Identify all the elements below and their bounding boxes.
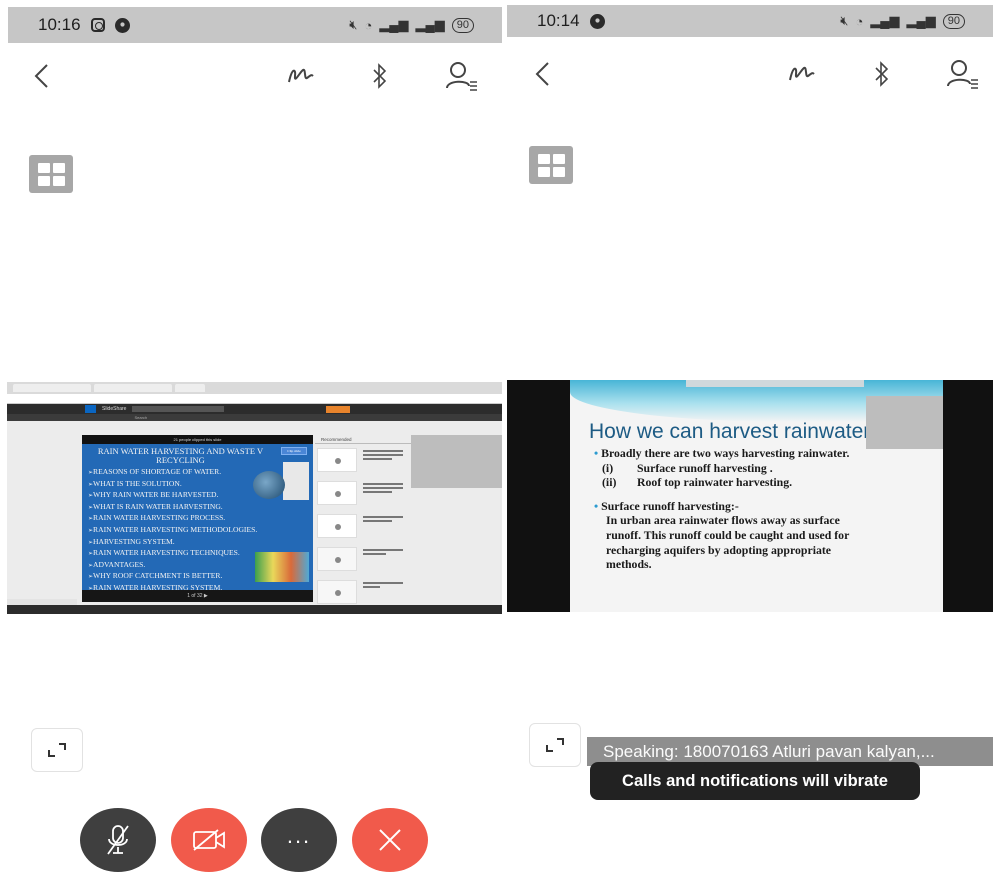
fullscreen-button[interactable] xyxy=(529,723,581,767)
layout-grid-icon[interactable] xyxy=(529,146,573,184)
battery-icon: 90 xyxy=(942,13,965,29)
screen-share-view: How we can harvest rainwater? • Broadly t… xyxy=(507,380,993,612)
list-item xyxy=(315,510,422,543)
back-icon[interactable] xyxy=(525,56,561,92)
participants-icon[interactable] xyxy=(944,56,980,92)
layout-grid-icon[interactable] xyxy=(29,155,73,193)
participants-icon[interactable] xyxy=(443,58,479,94)
end-call-button[interactable] xyxy=(352,808,428,872)
signal-icon: ▂▄▆ xyxy=(870,13,900,28)
list-item: RAIN WATER HARVESTING METHODOLOGIES. xyxy=(88,525,307,537)
slide-title: How we can harvest rainwater? xyxy=(589,420,882,443)
call-top-bar xyxy=(507,50,993,98)
status-time: 10:14 xyxy=(537,11,580,30)
close-icon xyxy=(379,829,401,851)
more-options-button[interactable]: ... xyxy=(261,808,337,872)
bluetooth-icon[interactable] xyxy=(362,58,398,94)
status-icons: 🔇︎ ◔ ▂▄▆ ▂▄▆ 90 xyxy=(349,17,474,33)
whiteboard-icon[interactable] xyxy=(784,56,820,92)
status-bar: 10:16 🔇︎ ◔ ▂▄▆ ▂▄▆ 90 xyxy=(8,7,502,43)
list-item xyxy=(315,477,422,510)
upload-button xyxy=(326,405,351,413)
screen-share-view: SlideShare Search 21 people clipped this… xyxy=(7,382,502,614)
wifi-icon: ◔ xyxy=(855,13,864,29)
brand-name: SlideShare xyxy=(102,406,127,412)
status-bar: 10:14 🔇︎ ◔ ▂▄▆ ▂▄▆ 90 xyxy=(507,5,993,37)
more-icon: ... xyxy=(286,823,312,848)
mic-off-icon xyxy=(107,825,129,855)
slide-content: Clip slide RAIN WATER HARVESTING AND WAS… xyxy=(82,444,313,592)
bluetooth-icon[interactable] xyxy=(864,56,900,92)
browser-window: SlideShare Search 21 people clipped this… xyxy=(7,382,502,614)
instagram-icon xyxy=(90,18,105,32)
vibrate-icon: 🔇︎ xyxy=(840,13,849,28)
presentation-slide: How we can harvest rainwater? • Broadly t… xyxy=(570,380,943,612)
vibrate-icon: 🔇︎ xyxy=(349,17,358,32)
globe-image xyxy=(253,471,285,499)
list-item: HARVESTING SYSTEM. xyxy=(88,537,307,549)
participant-video-thumbnail xyxy=(411,435,502,488)
slide-viewer: 21 people clipped this slide Clip slide … xyxy=(82,435,313,602)
signal-2-icon: ▂▄▆ xyxy=(415,17,445,32)
expand-icon xyxy=(546,738,564,752)
back-icon[interactable] xyxy=(24,58,60,94)
vibrate-toast: Calls and notifications will vibrate xyxy=(590,762,920,800)
sync-icon xyxy=(114,17,130,33)
status-icons: 🔇︎ ◔ ▂▄▆ ▂▄▆ 90 xyxy=(840,13,965,29)
slide-title: RAIN WATER HARVESTING AND WASTE V RECYCL… xyxy=(97,446,264,465)
tap-image xyxy=(283,462,309,500)
world-map-image xyxy=(255,552,309,582)
right-screenshot: 10:14 🔇︎ ◔ ▂▄▆ ▂▄▆ 90 How we can harvest… xyxy=(507,0,993,887)
status-time: 10:16 xyxy=(38,15,81,34)
list-item: WHAT IS RAIN WATER HARVESTING. xyxy=(88,502,307,514)
slide-pager: 1 of 32 ▶ xyxy=(82,590,313,602)
whiteboard-icon[interactable] xyxy=(283,58,319,94)
left-screenshot: 10:16 🔇︎ ◔ ▂▄▆ ▂▄▆ 90 SlideShare Search … xyxy=(0,0,502,887)
recommended-heading: Recommended xyxy=(315,435,422,444)
wifi-icon: ◔ xyxy=(364,17,373,33)
sync-icon xyxy=(589,13,605,29)
clip-slide-button: Clip slide xyxy=(281,447,307,455)
linkedin-logo xyxy=(85,405,96,413)
list-item xyxy=(315,543,422,576)
slide-header: 21 people clipped this slide xyxy=(82,435,313,444)
signal-icon: ▂▄▆ xyxy=(379,17,409,32)
fullscreen-button[interactable] xyxy=(31,728,83,772)
signal-2-icon: ▂▄▆ xyxy=(906,13,936,28)
list-item xyxy=(315,444,422,477)
search-input: Search xyxy=(132,406,225,420)
expand-icon xyxy=(48,743,66,757)
list-item: RAIN WATER HARVESTING PROCESS. xyxy=(88,513,307,525)
battery-icon: 90 xyxy=(451,17,474,33)
call-top-bar xyxy=(0,52,502,100)
recommended-panel: Recommended xyxy=(315,435,422,605)
slide-body: • Broadly there are two ways harvesting r… xyxy=(594,446,850,572)
video-toggle-button[interactable] xyxy=(171,808,247,872)
participant-video-thumbnail xyxy=(866,396,943,449)
mute-button[interactable] xyxy=(80,808,156,872)
video-off-icon xyxy=(193,829,225,851)
